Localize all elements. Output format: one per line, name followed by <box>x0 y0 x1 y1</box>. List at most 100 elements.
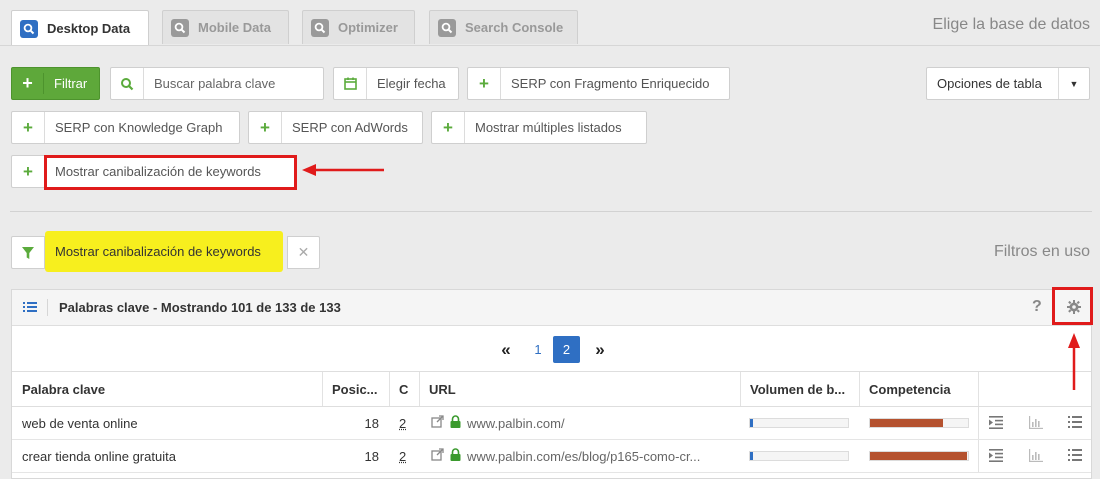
col-palabra-clave[interactable]: Palabra clave <box>12 372 322 406</box>
competition-bar <box>869 451 969 461</box>
plus-icon: + <box>12 112 45 143</box>
header-divider <box>47 299 48 316</box>
keyword-cell: web de venta online <box>22 415 138 431</box>
list-icon[interactable] <box>1068 449 1082 464</box>
serp-fragmento-button[interactable]: + SERP con Fragmento Enriquecido <box>467 67 730 100</box>
list-icon <box>23 301 37 316</box>
tab-optimizer[interactable]: Optimizer <box>302 10 415 44</box>
column-separator <box>978 407 979 439</box>
volume-bar <box>749 418 849 428</box>
search-icon <box>111 68 144 99</box>
plus-icon: + <box>468 68 501 99</box>
col-volumen[interactable]: Volumen de b... <box>740 372 859 406</box>
multiples-listados-button[interactable]: + Mostrar múltiples listados <box>431 111 647 144</box>
serp-knowledge-label: SERP con Knowledge Graph <box>55 120 223 135</box>
keyword-cell: crear tienda online gratuita <box>22 448 176 464</box>
competition-bar-fill <box>870 419 943 427</box>
help-icon[interactable]: ? <box>1032 298 1042 316</box>
red-arrow-up-icon <box>1068 333 1080 390</box>
panel-header: Palabras clave - Mostrando 101 de 133 de… <box>12 290 1091 326</box>
search-input[interactable]: Buscar palabra clave <box>144 68 285 99</box>
tab-mobile-data[interactable]: Mobile Data <box>162 10 289 44</box>
filter-icon <box>11 236 45 269</box>
col-competencia[interactable]: Competencia <box>859 372 978 406</box>
position-cell: 18 <box>364 448 379 464</box>
col-url[interactable]: URL <box>419 372 740 406</box>
indent-icon[interactable] <box>989 416 1003 432</box>
plus-icon: + <box>12 73 44 94</box>
lock-icon <box>450 448 461 464</box>
serp-adwords-label: SERP con AdWords <box>292 120 408 135</box>
tab-desktop-data[interactable]: Desktop Data <box>11 10 149 46</box>
filtrar-button[interactable]: + Filtrar <box>11 67 100 100</box>
filtrar-label: Filtrar <box>54 76 88 91</box>
caret-down-icon[interactable]: ▼ <box>1059 68 1089 99</box>
c-cell[interactable]: 2 <box>399 407 413 439</box>
list-icon[interactable] <box>1068 416 1082 431</box>
col-c[interactable]: C <box>389 372 419 406</box>
url-path[interactable]: / <box>561 416 565 431</box>
volume-bar-fill <box>750 452 753 460</box>
column-separator <box>978 440 979 472</box>
url-path[interactable]: /es/blog/p165-como-cr... <box>561 449 700 464</box>
pagination-prev[interactable]: « <box>496 336 516 363</box>
search-icon <box>171 18 189 37</box>
multiples-label: Mostrar múltiples listados <box>475 120 622 135</box>
section-divider <box>10 211 1092 212</box>
pagination-next[interactable]: » <box>590 336 610 363</box>
fecha-label: Elegir fecha <box>377 76 446 91</box>
search-icon <box>20 19 38 38</box>
serp-fragmento-label: SERP con Fragmento Enriquecido <box>511 76 710 91</box>
tab-label: Desktop Data <box>47 21 131 36</box>
indent-icon[interactable] <box>989 449 1003 465</box>
opciones-tabla-button[interactable]: Opciones de tabla ▼ <box>926 67 1090 100</box>
search-keyword-field[interactable]: Buscar palabra clave <box>110 67 324 100</box>
table-row: web de venta online 18 2 www.palbin.com / <box>12 407 1091 440</box>
search-icon <box>438 18 456 37</box>
opciones-label: Opciones de tabla <box>927 68 1059 99</box>
pagination-page-1[interactable]: 1 <box>527 336 549 363</box>
lock-icon <box>450 415 461 431</box>
red-arrow-left-icon <box>302 164 384 176</box>
plus-icon: + <box>432 112 465 143</box>
volume-bar <box>749 451 849 461</box>
serp-adwords-button[interactable]: + SERP con AdWords <box>248 111 423 144</box>
col-posicion[interactable]: Posic... <box>322 372 389 406</box>
c-cell[interactable]: 2 <box>399 440 413 472</box>
competition-bar <box>869 418 969 428</box>
external-link-icon[interactable] <box>431 448 444 464</box>
tab-label: Mobile Data <box>198 20 271 35</box>
gear-highlight-box <box>1052 287 1093 325</box>
panel-title: Palabras clave - Mostrando 101 de 133 de… <box>59 300 341 315</box>
url-cell: www.palbin.com / <box>431 407 736 439</box>
pagination: « 1 2 » <box>12 326 1091 372</box>
highlight-box <box>44 155 297 190</box>
competition-bar-fill <box>870 452 968 460</box>
volume-bar-fill <box>750 419 753 427</box>
remove-filter-close-icon[interactable]: ✕ <box>287 236 320 269</box>
url-domain[interactable]: www.palbin.com <box>467 416 561 431</box>
pagination-page-2[interactable]: 2 <box>553 336 580 363</box>
active-filter-chip: Mostrar canibalización de keywords <box>45 231 283 272</box>
database-hint: Elige la base de datos <box>932 16 1090 33</box>
column-separator <box>978 372 979 406</box>
filtros-en-uso-label: Filtros en uso <box>993 243 1090 260</box>
url-domain[interactable]: www.palbin.com <box>467 449 561 464</box>
bar-chart-icon[interactable] <box>1029 416 1043 432</box>
calendar-icon <box>334 68 367 99</box>
external-link-icon[interactable] <box>431 415 444 431</box>
tab-label: Search Console <box>465 20 564 35</box>
plus-icon: + <box>249 112 282 143</box>
table-row: crear tienda online gratuita 18 2 www.pa… <box>12 440 1091 473</box>
tab-divider <box>0 45 1100 46</box>
table-header: Palabra clave Posic... C URL Volumen de … <box>12 371 1091 407</box>
bar-chart-icon[interactable] <box>1029 449 1043 465</box>
elegir-fecha-button[interactable]: Elegir fecha <box>333 67 459 100</box>
keywords-panel: Palabras clave - Mostrando 101 de 133 de… <box>11 289 1092 479</box>
url-cell: www.palbin.com/es/blog/p165-como-cr... <box>431 440 736 472</box>
search-icon <box>311 18 329 37</box>
tab-label: Optimizer <box>338 20 398 35</box>
tab-search-console[interactable]: Search Console <box>429 10 578 44</box>
serp-knowledge-button[interactable]: + SERP con Knowledge Graph <box>11 111 240 144</box>
plus-icon: + <box>12 156 45 187</box>
